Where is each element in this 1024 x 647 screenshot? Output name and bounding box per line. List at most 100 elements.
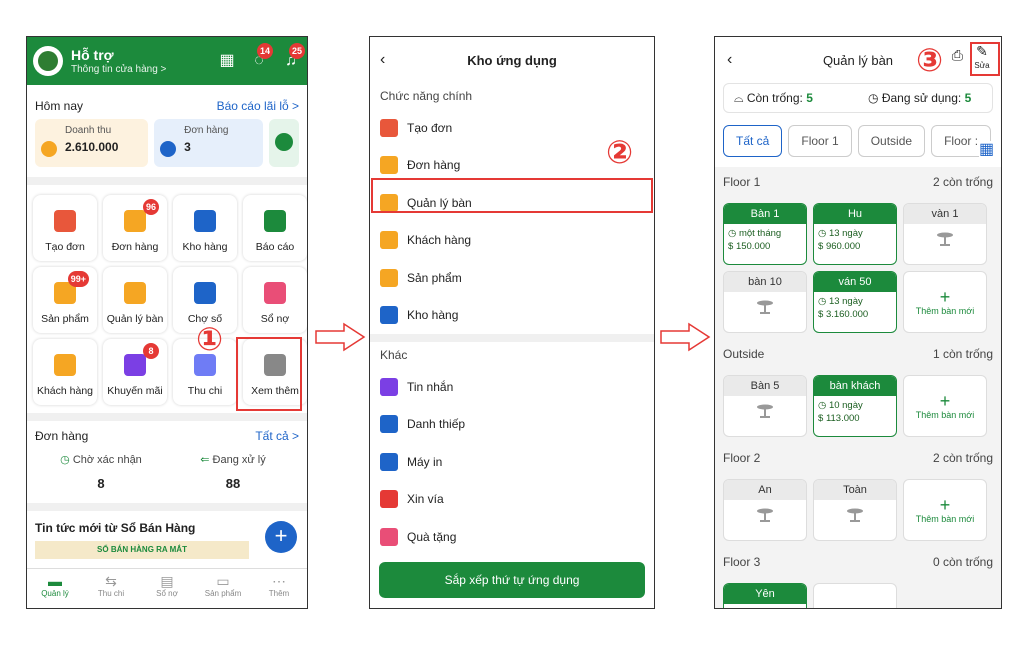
- table-card[interactable]: ván 50 ◷ 13 ngày $ 3.160.000: [813, 271, 897, 333]
- clock-icon: ◷: [818, 296, 829, 307]
- tile-khuyen-mai[interactable]: Khuyến mãi 8: [103, 339, 167, 405]
- app-kho-hang[interactable]: Kho hàng: [370, 297, 654, 335]
- table-amount: 3.160.000: [825, 309, 869, 320]
- orders-card[interactable]: Đơn hàng 3: [154, 119, 264, 167]
- table-manage-screen: ‹ Quản lý bàn ⎙ ✎ Sửa ⌓ Còn trống: 5 ◷ Đ…: [714, 36, 1002, 609]
- tile-label: Khách hàng: [36, 385, 94, 397]
- money-icon: $: [818, 413, 826, 424]
- extra-card[interactable]: [269, 119, 299, 167]
- tile-tao-don[interactable]: Tạo đơn: [33, 195, 97, 261]
- table-card[interactable]: bàn khách ◷ 10 ngày $ 113.000: [813, 375, 897, 437]
- highlight-see-more: [236, 337, 302, 411]
- khach-hang-icon: [380, 231, 398, 250]
- table-card[interactable]: Bàn 5: [723, 375, 807, 437]
- clock-icon: ◷: [728, 228, 739, 239]
- table-name: Toàn: [814, 480, 896, 500]
- tao-don-icon: [380, 118, 398, 137]
- qr-icon[interactable]: ▦: [217, 51, 237, 71]
- app-qua-tang[interactable]: Quà tặng: [370, 518, 654, 556]
- message-badge: 14: [257, 43, 274, 59]
- orders-all-link[interactable]: Tất cả >: [255, 429, 299, 443]
- clock-icon: ◷: [818, 400, 829, 411]
- app-xin-via[interactable]: Xin vía: [370, 481, 654, 519]
- pending-value: 8: [97, 476, 105, 491]
- store-avatar[interactable]: [33, 46, 63, 76]
- step-2-marker: ②: [606, 133, 634, 171]
- cash-icon: [275, 133, 294, 151]
- grid-view-icon[interactable]: ▦: [979, 141, 997, 159]
- tile-label: Báo cáo: [255, 241, 295, 253]
- app-san-pham[interactable]: Sản phẩm: [370, 259, 654, 297]
- floor-free-count: 2 còn trống: [932, 175, 993, 189]
- app-danh-thiep[interactable]: Danh thiếp: [370, 406, 654, 444]
- tile-so-no[interactable]: Sổ nợ: [243, 267, 307, 333]
- money-icon: $: [818, 241, 826, 252]
- table-amount: 113.000: [825, 413, 860, 424]
- add-table-button[interactable]: +: [813, 583, 897, 608]
- fab-add-button[interactable]: +: [265, 521, 297, 553]
- table-name: An: [724, 480, 806, 500]
- add-table-button[interactable]: + Thêm bàn mới: [903, 479, 987, 541]
- table-card[interactable]: Hu ◷ 13 ngày $ 960.000: [813, 203, 897, 265]
- processing-orders[interactable]: ⇐ Đang xử lý 88: [167, 453, 299, 491]
- highlight-table-manage: [371, 178, 653, 213]
- tab-outside[interactable]: Outside: [857, 125, 926, 157]
- revenue-card[interactable]: Doanh thu 2.610.000: [35, 119, 149, 167]
- clock-icon: ◷: [868, 91, 882, 105]
- tile-san-pham[interactable]: Sản phẩm 99+: [33, 267, 97, 333]
- home-screen: Hỗ trợ Thông tin cửa hàng > ▦ ◌ 14 ♫ 25 …: [26, 36, 308, 609]
- table-card[interactable]: vàn 1: [903, 203, 987, 265]
- tile-kho-hang[interactable]: Kho hàng: [173, 195, 237, 261]
- table-card[interactable]: Yên: [723, 583, 807, 608]
- pending-orders[interactable]: ◷ Chờ xác nhận 8: [35, 453, 167, 491]
- sort-apps-button[interactable]: Sắp xếp thứ tự ứng dụng: [379, 562, 645, 598]
- processing-value: 88: [225, 476, 241, 491]
- table-name: vàn 1: [904, 204, 986, 224]
- tile-label: Kho hàng: [182, 241, 228, 253]
- table-card[interactable]: bàn 10: [723, 271, 807, 333]
- nav-manage[interactable]: ▬ Quản lý: [27, 569, 83, 608]
- table-amount: 150.000: [735, 241, 771, 252]
- printer-icon[interactable]: ⎙: [952, 47, 963, 64]
- tile-khach-hang[interactable]: Khách hàng: [33, 339, 97, 405]
- table-time: 10 ngày: [828, 400, 863, 411]
- bell-badge: 25: [289, 43, 306, 59]
- tile-bao-cao[interactable]: Báo cáo: [243, 195, 307, 261]
- plus-icon: +: [850, 605, 861, 608]
- tile-quan-ly-ban[interactable]: Quản lý bàn: [103, 267, 167, 333]
- add-table-label: Thêm bàn mới: [915, 410, 975, 420]
- table-card[interactable]: An: [723, 479, 807, 541]
- floor-list: Floor 12 còn trống Bàn 1 ◷ một tháng $ 150.…: [715, 167, 1001, 608]
- profit-report-link[interactable]: Báo cáo lãi lỗ >: [217, 99, 299, 113]
- back-icon[interactable]: ‹: [727, 51, 732, 69]
- bottom-nav: ▬ Quản lý ⇆ Thu chi ▤ Sổ nợ ▭ Sản phẩm ⋯ Thêm: [27, 568, 307, 608]
- orders-label: Đơn hàng: [184, 125, 229, 136]
- nav-more[interactable]: ⋯ Thêm: [251, 569, 307, 608]
- app-store-screen: ‹ Kho ứng dụng Chức năng chính Tạo đơn Đơ…: [369, 36, 655, 609]
- floor-free-count: 2 còn trống: [932, 451, 993, 465]
- tile-don-hang[interactable]: Đơn hàng 96: [103, 195, 167, 261]
- tab-tat-ca[interactable]: Tất cả: [723, 125, 783, 157]
- back-icon[interactable]: ‹: [380, 51, 385, 69]
- nav-cashbook[interactable]: ⇆ Thu chi: [83, 569, 139, 608]
- store-info-link[interactable]: Thông tin cửa hàng >: [71, 64, 166, 75]
- orders-section-title: Đơn hàng: [35, 429, 89, 443]
- highlight-edit: [970, 42, 1000, 76]
- table-icon: [937, 232, 953, 246]
- app-tin-nhan[interactable]: Tin nhắn: [370, 368, 654, 406]
- app-may-in[interactable]: Máy in: [370, 443, 654, 481]
- arrow-right-icon: [315, 322, 366, 352]
- tile-label: Sổ nợ: [260, 313, 290, 325]
- tab-floor-1[interactable]: Floor 1: [788, 125, 852, 157]
- add-table-button[interactable]: + Thêm bàn mới: [903, 375, 987, 437]
- table-card[interactable]: Toàn: [813, 479, 897, 541]
- news-banner[interactable]: SỔ BÁN HÀNG RA MẮT: [35, 541, 249, 559]
- table-card[interactable]: Bàn 1 ◷ một tháng $ 150.000: [723, 203, 807, 265]
- app-label: Kho hàng: [407, 308, 459, 323]
- add-table-button[interactable]: + Thêm bàn mới: [903, 271, 987, 333]
- nav-debt[interactable]: ▤ Sổ nợ: [139, 569, 195, 608]
- app-label: Tạo đơn: [407, 120, 453, 135]
- nav-products[interactable]: ▭ Sản phẩm: [195, 569, 251, 608]
- app-khach-hang[interactable]: Khách hàng: [370, 222, 654, 260]
- floor-name: Outside: [723, 347, 765, 361]
